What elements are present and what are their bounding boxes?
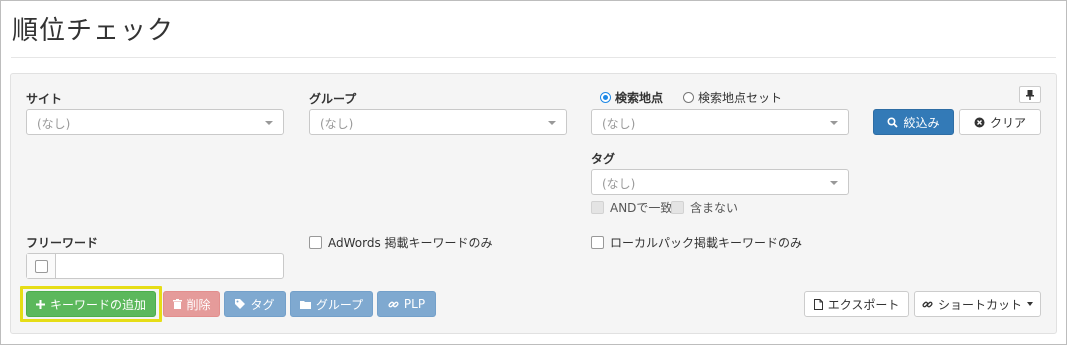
tag-and-match-checkbox[interactable]: ANDで一致 (591, 199, 672, 216)
filter-button-label: 絞込み (903, 115, 940, 130)
group-select[interactable]: (なし) (309, 109, 567, 135)
shortcut-button[interactable]: ショートカット (914, 291, 1041, 317)
checkbox-icon (671, 201, 684, 214)
group-label: グループ (309, 92, 357, 106)
group-button[interactable]: グループ (290, 291, 373, 317)
adwords-only-checkbox[interactable]: AdWords 掲載キーワードのみ (309, 234, 493, 251)
radio-unchecked-icon (683, 92, 694, 103)
clear-button-label: クリア (989, 115, 1026, 130)
group-button-label: グループ (315, 297, 364, 312)
tag-exclude-checkbox[interactable]: 含まない (671, 199, 738, 216)
radio-checked-icon (600, 92, 611, 103)
localpack-only-checkbox[interactable]: ローカルパック掲載キーワードのみ (591, 234, 802, 251)
tag-button-label: タグ (250, 297, 275, 312)
chevron-down-icon (830, 181, 838, 185)
delete-button[interactable]: 削除 (163, 291, 220, 317)
search-icon (887, 116, 899, 128)
link-icon (922, 299, 933, 310)
tag-button[interactable]: タグ (224, 291, 286, 317)
localpack-only-label: ローカルパック掲載キーワードのみ (610, 236, 803, 250)
chevron-down-icon (548, 121, 556, 125)
tag-select-value: (なし) (602, 177, 636, 191)
radio-search-point[interactable]: 検索地点 (600, 89, 663, 106)
title-divider (11, 57, 1056, 58)
checkbox-icon (591, 201, 604, 214)
tag-icon (235, 299, 246, 309)
plp-button-label: PLP (403, 297, 426, 311)
radio-search-point-set-label: 検索地点セット (698, 91, 783, 105)
site-label: サイト (26, 92, 63, 106)
add-keyword-button[interactable]: キーワードの追加 (26, 291, 156, 317)
pin-icon (1026, 89, 1034, 100)
radio-search-point-label: 検索地点 (615, 91, 664, 105)
clear-button[interactable]: クリア (959, 109, 1041, 135)
caret-down-icon (1027, 302, 1034, 306)
folder-icon (299, 300, 311, 309)
shortcut-button-label: ショートカット (938, 297, 1023, 312)
link-icon (388, 299, 399, 310)
add-keyword-label: キーワードの追加 (50, 297, 147, 312)
plp-button[interactable]: PLP (377, 291, 436, 317)
adwords-only-label: AdWords 掲載キーワードのみ (328, 236, 493, 250)
freeword-label: フリーワード (26, 236, 99, 250)
checkbox-icon (309, 236, 322, 249)
chevron-down-icon (830, 121, 838, 125)
export-button-label: エクスポート (827, 297, 900, 312)
delete-label: 削除 (186, 297, 211, 312)
tag-label: タグ (591, 152, 616, 166)
file-icon (813, 298, 823, 310)
tag-exclude-label: 含まない (690, 201, 739, 215)
page-title: 順位チェック (12, 16, 175, 46)
freeword-input[interactable] (56, 254, 283, 278)
tag-and-match-label: ANDで一致 (610, 201, 673, 215)
clear-circle-icon (974, 117, 985, 128)
chevron-down-icon (265, 121, 273, 125)
freeword-addon (27, 254, 56, 278)
pin-button[interactable] (1019, 86, 1041, 103)
freeword-input-group (26, 253, 284, 279)
location-select[interactable]: (なし) (591, 109, 849, 135)
export-button[interactable]: エクスポート (804, 291, 909, 317)
filter-button[interactable]: 絞込み (873, 109, 954, 135)
site-select-value: (なし) (37, 117, 71, 131)
checkbox-icon (591, 236, 604, 249)
location-select-value: (なし) (602, 117, 636, 131)
site-select[interactable]: (なし) (26, 109, 284, 135)
trash-icon (172, 299, 182, 309)
tag-select[interactable]: (なし) (591, 169, 849, 195)
radio-search-point-set[interactable]: 検索地点セット (683, 89, 782, 106)
group-select-value: (なし) (320, 117, 354, 131)
freeword-checkbox[interactable] (34, 259, 48, 273)
plus-icon (36, 299, 45, 309)
